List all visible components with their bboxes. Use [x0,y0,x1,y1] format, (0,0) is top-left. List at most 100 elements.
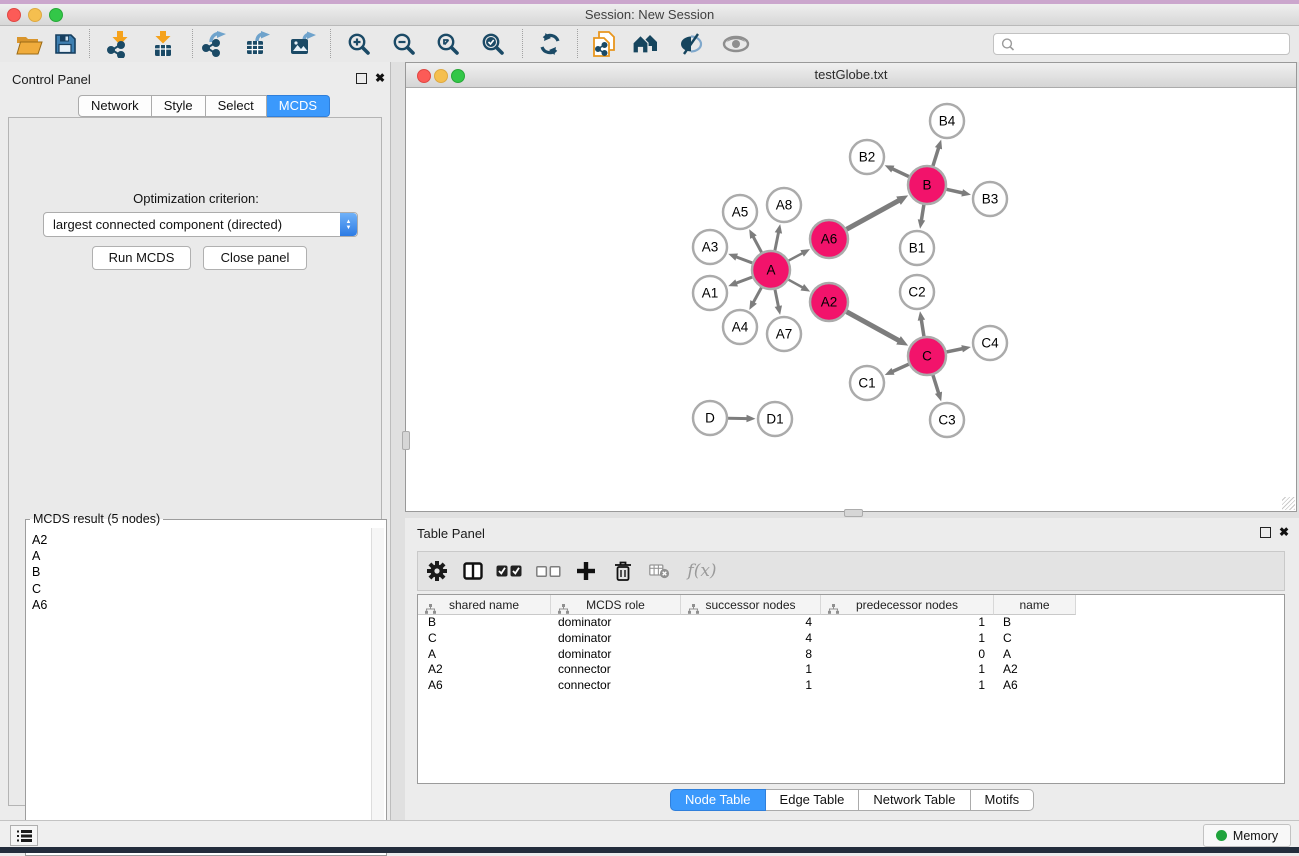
tab-mcds[interactable]: MCDS [267,95,330,117]
mcds-result-item[interactable]: C [32,581,47,597]
zoom-fit-button[interactable] [431,28,465,60]
splitter-handle-horizontal[interactable] [844,509,863,517]
edge-A-A2[interactable] [789,280,805,289]
table-cell[interactable]: dominator [551,615,681,631]
select-all-button[interactable] [492,555,526,587]
clone-network-button[interactable] [587,28,621,60]
show-hide-button[interactable] [719,28,753,60]
edge-B-B4[interactable] [933,146,939,166]
table-cell[interactable]: 1 [681,662,821,678]
mcds-result-list[interactable]: A2ABCA6 [32,532,47,613]
show-column-button[interactable] [456,555,490,587]
table-row[interactable]: Bdominator41B [418,615,1284,631]
table-cell[interactable]: A6 [418,678,551,694]
memory-button[interactable]: Memory [1203,824,1291,847]
table-cell[interactable]: C [994,631,1076,647]
table-cell[interactable]: A [418,647,551,663]
table-cell[interactable]: connector [551,678,681,694]
tab-node-table[interactable]: Node Table [670,789,766,811]
import-network-button[interactable] [103,28,137,60]
table-float-panel-icon[interactable] [1260,527,1271,538]
optimization-select[interactable]: largest connected component (directed) ▲… [43,212,358,237]
tab-style[interactable]: Style [152,95,206,117]
edge-A-A5[interactable] [752,235,761,252]
splitter-handle-vertical[interactable] [402,431,410,450]
table-cell[interactable]: connector [551,662,681,678]
create-column-button[interactable] [569,555,603,587]
edge-B-B3[interactable] [947,189,965,193]
close-panel-icon[interactable]: ✖ [375,72,385,84]
table-cell[interactable]: 0 [821,647,994,663]
table-close-panel-icon[interactable]: ✖ [1279,526,1289,538]
tab-network-table[interactable]: Network Table [859,789,970,811]
tab-motifs[interactable]: Motifs [971,789,1035,811]
table-cell[interactable]: dominator [551,647,681,663]
open-session-button[interactable] [12,28,46,60]
edge-A-A8[interactable] [775,231,779,250]
edge-A-A3[interactable] [735,256,752,263]
delete-table-button[interactable] [642,555,676,587]
column-header-predecessor-nodes[interactable]: predecessor nodes [821,595,994,615]
table-row[interactable]: A6connector11A6 [418,678,1284,694]
zoom-selected-button[interactable] [476,28,510,60]
edge-A-A1[interactable] [735,277,752,284]
column-header-mcds-role[interactable]: MCDS role [551,595,681,615]
table-cell[interactable]: dominator [551,631,681,647]
edge-C-C2[interactable] [921,318,924,336]
table-cell[interactable]: A [994,647,1076,663]
network-minimize-traffic-light[interactable] [434,69,448,83]
network-close-traffic-light[interactable] [417,69,431,83]
export-network-button[interactable] [198,28,232,60]
close-traffic-light[interactable] [7,8,21,22]
tab-edge-table[interactable]: Edge Table [766,789,860,811]
table-cell[interactable]: 1 [821,662,994,678]
table-cell[interactable]: 4 [681,631,821,647]
edge-A-A4[interactable] [753,288,762,304]
mcds-result-item[interactable]: A6 [32,597,47,613]
table-row[interactable]: Cdominator41C [418,631,1284,647]
edge-A2-C[interactable] [847,312,901,342]
edge-C-C1[interactable] [891,364,909,372]
search-field[interactable] [993,33,1290,55]
zoom-out-button[interactable] [387,28,421,60]
table-cell[interactable]: A6 [994,678,1076,694]
network-graph[interactable]: B4B2BB3A8A5A6A3B1AA1C2A2A4A7C4CC1C3DD1 [406,87,1295,511]
search-input[interactable] [1018,35,1289,53]
tab-select[interactable]: Select [206,95,267,117]
edge-C-C4[interactable] [947,348,964,352]
run-mcds-button[interactable]: Run MCDS [92,246,191,270]
table-cell[interactable]: A2 [418,662,551,678]
apply-layout-button[interactable] [533,28,567,60]
table-cell[interactable]: A2 [994,662,1076,678]
minimize-traffic-light[interactable] [28,8,42,22]
table-cell[interactable]: 1 [681,678,821,694]
close-panel-button[interactable]: Close panel [203,246,307,270]
network-zoom-traffic-light[interactable] [451,69,465,83]
column-header-successor-nodes[interactable]: successor nodes [681,595,821,615]
window-resize-corner[interactable] [1282,497,1295,510]
edge-A-A7[interactable] [775,290,779,308]
import-table-button[interactable] [146,28,180,60]
zoom-traffic-light[interactable] [49,8,63,22]
toggle-detail-button[interactable] [674,28,708,60]
column-settings-button[interactable] [420,555,454,587]
save-session-button[interactable] [48,28,82,60]
task-history-button[interactable] [10,825,38,846]
edge-A6-B[interactable] [847,200,901,230]
tab-network[interactable]: Network [78,95,152,117]
table-cell[interactable]: B [994,615,1076,631]
edge-B-B1[interactable] [921,205,924,222]
table-cell[interactable]: B [418,615,551,631]
table-cell[interactable]: 1 [821,631,994,647]
table-row[interactable]: A2connector11A2 [418,662,1284,678]
mcds-result-item[interactable]: A [32,548,47,564]
edge-B-B2[interactable] [891,168,909,176]
table-cell[interactable]: 1 [821,678,994,694]
export-image-button[interactable] [286,28,320,60]
table-cell[interactable]: 1 [821,615,994,631]
mcds-result-scrollbar[interactable] [371,528,384,853]
table-cell[interactable]: 8 [681,647,821,663]
function-builder-button[interactable]: f(x) [680,555,724,587]
table-row[interactable]: Adominator80A [418,647,1284,663]
mcds-result-item[interactable]: A2 [32,532,47,548]
